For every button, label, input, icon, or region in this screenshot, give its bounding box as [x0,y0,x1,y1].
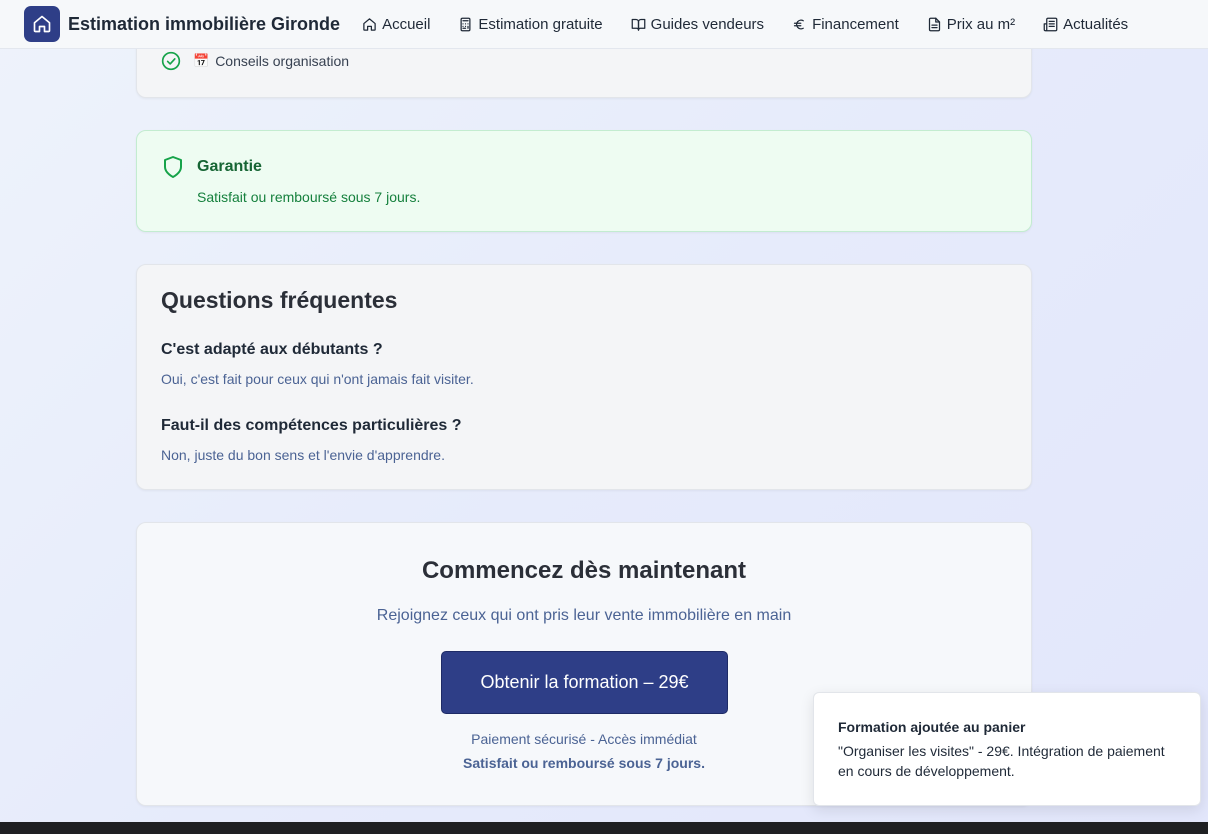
nav-item-label: Accueil [382,15,431,33]
euro-icon [793,19,804,29]
home-icon [363,17,376,31]
buy-course-button[interactable]: Obtenir la formation – 29€ [441,651,728,714]
faq-question: Faut-il des compétences particulières ? [161,417,462,434]
cta-subtitle: Rejoignez ceux qui ont pris leur vente i… [376,607,792,624]
window-bottom-bar [0,822,1208,834]
nav-item-prix[interactable]: Prix au m² [927,16,1015,33]
nav-item-label: Actualités [1063,15,1129,33]
faq-answer: Oui, c'est fait pour ceux qui n'ont jama… [161,371,474,387]
home-icon [24,6,60,42]
nav-item-estimation[interactable]: Estimation gratuite [458,15,603,33]
faq-card: Questions fréquentes C'est adapté aux dé… [136,264,1032,490]
nav-item-label: Estimation gratuite [478,15,603,33]
nav-item-financement[interactable]: Financement [792,16,899,33]
toast-text: "Organiser les visites" - 29€. Intégrati… [838,743,1165,779]
nav-item-label: Financement [812,15,899,33]
toast-title: Formation ajoutée au panier [838,719,1026,735]
brand[interactable]: Estimation immobilière Gironde [24,6,340,42]
faq-question: C'est adapté aux débutants ? [161,341,383,358]
nav-item-actualites[interactable]: Actualités [1043,16,1128,33]
nav-item-accueil[interactable]: Accueil [362,16,430,33]
nav-item-guides[interactable]: Guides vendeurs [631,16,764,33]
file-text-icon [928,17,940,31]
calendar-icon: 📅 [193,53,210,68]
cta-title: Commencez dès maintenant [421,557,747,584]
main-nav: Accueil Estimation gratuite Guides vende… [362,16,1128,33]
guarantee-title: Garantie [197,158,262,175]
calculator-icon [460,17,471,31]
book-open-icon [631,18,646,31]
check-circle-icon [161,51,181,71]
feature-item: 📅 Conseils organisation [161,51,349,71]
newspaper-icon [1043,17,1058,31]
faq-title: Questions fréquentes [161,287,398,313]
feature-label: Conseils organisation [215,53,350,69]
top-navbar: Estimation immobilière Gironde Accueil E… [0,0,1208,49]
guarantee-text: Satisfait ou remboursé sous 7 jours. [197,189,421,205]
shield-icon [164,156,182,178]
guarantee-card: Garantie Satisfait ou remboursé sous 7 j… [136,130,1032,232]
cart-toast[interactable]: Formation ajoutée au panier "Organiser l… [813,692,1201,806]
brand-title: Estimation immobilière Gironde [68,13,341,34]
nav-item-label: Prix au m² [946,15,1016,33]
faq-answer: Non, juste du bon sens et l'envie d'appr… [161,447,445,463]
nav-item-label: Guides vendeurs [650,15,765,33]
